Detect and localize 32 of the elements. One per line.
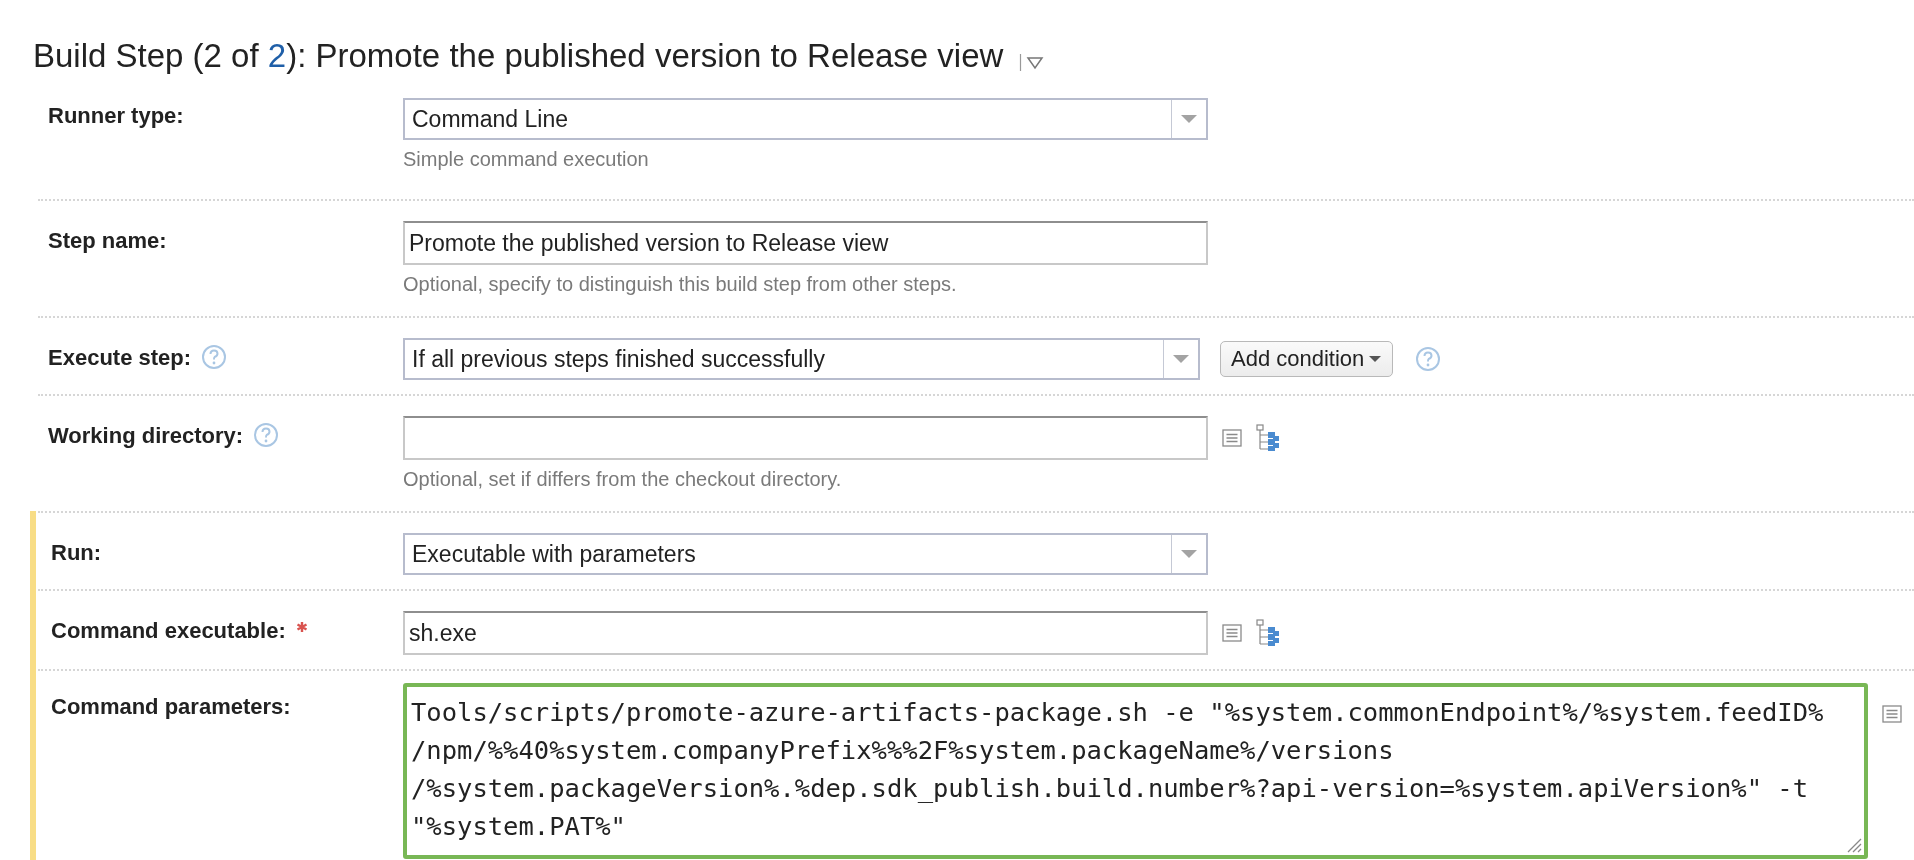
caret-icon (1368, 355, 1383, 363)
field-label: Command parameters: (51, 693, 291, 721)
text-input-field[interactable]: sh.exe (403, 611, 1208, 655)
list-icon[interactable] (1222, 624, 1242, 642)
text-input-field[interactable] (403, 416, 1208, 460)
field-label: Execute step: (48, 344, 192, 372)
dropdown-select[interactable]: Executable with parameters (403, 533, 1208, 575)
list-icon[interactable] (1882, 705, 1902, 723)
tree-icon[interactable] (1256, 424, 1280, 452)
add-condition-button[interactable]: Add condition (1220, 341, 1394, 377)
help-icon[interactable] (1415, 346, 1442, 372)
dropdown-select[interactable]: Command Line (403, 98, 1208, 140)
hint-text: Simple command execution (403, 148, 650, 171)
list-icon[interactable] (1222, 429, 1242, 447)
dropdown-arrow-icon[interactable] (1180, 114, 1198, 124)
command-parameters-field[interactable]: Tools/scripts/promote-azure-artifacts-package.sh -e "%system.commonEndpoint%/%system.feedID% /npm/%%40%system.companyPrefix%%%2F%system.packageName%/versions /%system.packageVersion%.%dep.sdk_publish.build.number%?api-version=%system.apiVersion%" -t "%system.PAT%" (403, 683, 1868, 859)
help-icon[interactable] (201, 344, 228, 370)
field-label: Working directory: (48, 422, 244, 450)
tree-icon[interactable] (1256, 619, 1280, 647)
field-label: Step name: (48, 227, 167, 255)
field-label: Runner type: (48, 102, 184, 130)
text-input-field[interactable]: Promote the published version to Release view (403, 221, 1208, 265)
field-label: Command executable: (51, 617, 286, 645)
dropdown-arrow-icon[interactable] (1180, 549, 1198, 559)
hint-text: Optional, set if differs from the checkout directory. (403, 468, 843, 491)
help-icon[interactable] (253, 422, 280, 448)
step-link[interactable]: 2 (267, 37, 287, 74)
build-step-title: Build Step (2 of 2): Promote the published version to Release view (33, 36, 1004, 76)
dropdown-arrow-icon[interactable] (1172, 354, 1190, 364)
field-label: Run: (51, 539, 102, 567)
dropdown-select[interactable]: If all previous steps finished successfully (403, 338, 1200, 380)
hint-text: Optional, specify to distinguish this build step from other steps. (403, 273, 958, 296)
